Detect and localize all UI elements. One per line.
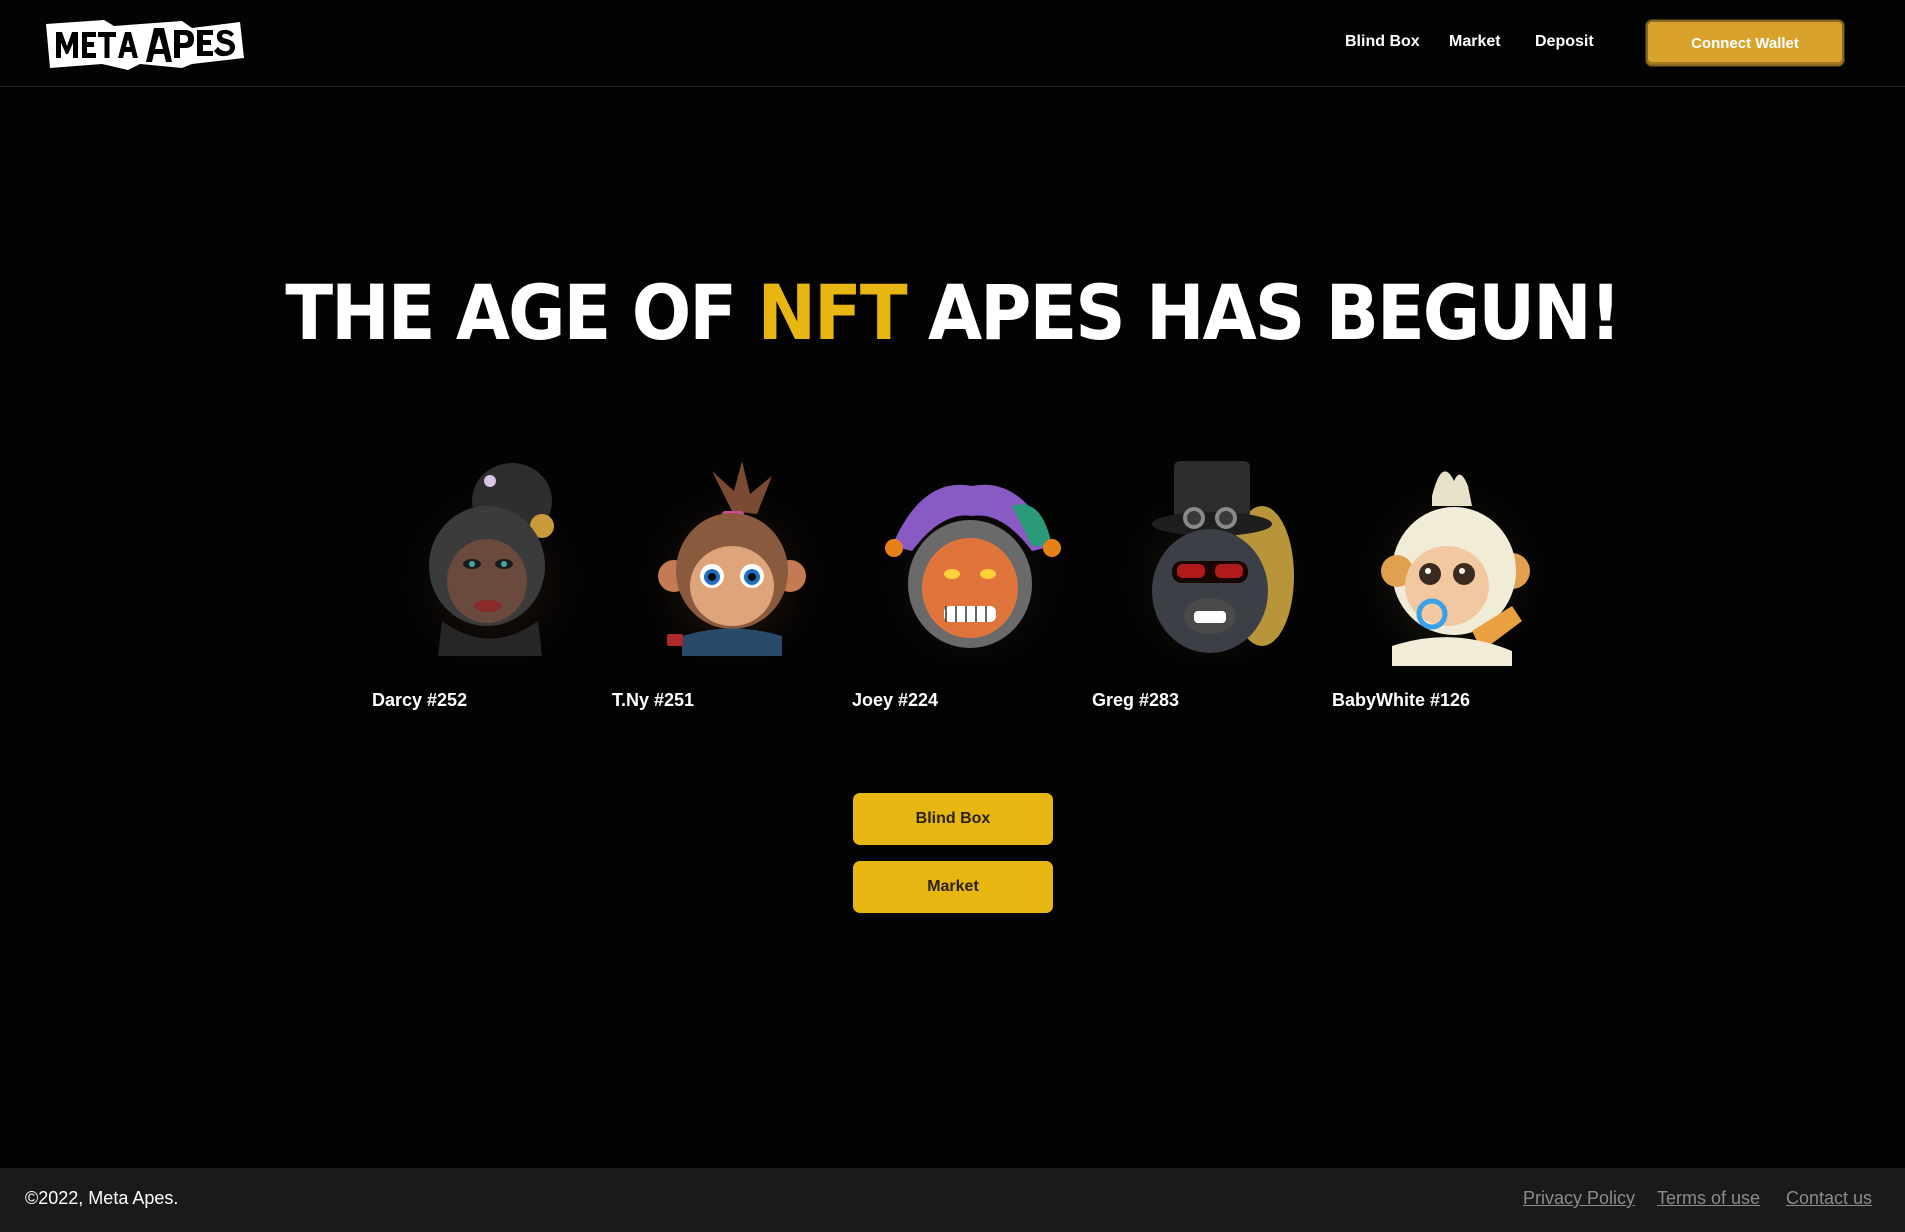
hero-title-post: APES HAS BEGUN! <box>905 268 1622 358</box>
site-footer: ©2022, Meta Apes. Privacy Policy Terms o… <box>0 1168 1905 1232</box>
ape-avatar-joey <box>882 476 1062 666</box>
meta-apes-logo[interactable] <box>42 18 246 70</box>
market-button[interactable]: Market <box>853 861 1053 913</box>
ape-name: Darcy #252 <box>372 690 468 710</box>
nav-market[interactable]: Market <box>1449 33 1501 51</box>
terms-of-use-link[interactable]: Terms of use <box>1657 1188 1760 1209</box>
ape-avatar-greg <box>1122 461 1302 666</box>
hero-title-accent: NFT <box>757 268 907 358</box>
ape-name: BabyWhite #126 <box>1332 690 1471 710</box>
ape-name: Joey #224 <box>852 690 939 710</box>
contact-us-link[interactable]: Contact us <box>1786 1188 1872 1209</box>
nav-deposit[interactable]: Deposit <box>1535 33 1594 51</box>
privacy-policy-link[interactable]: Privacy Policy <box>1523 1188 1635 1209</box>
nav-blind-box[interactable]: Blind Box <box>1345 33 1420 51</box>
connect-wallet-button[interactable]: Connect Wallet <box>1646 20 1844 66</box>
ape-card-tny[interactable]: T.Ny #251 <box>612 456 852 716</box>
ape-card-darcy[interactable]: Darcy #252 <box>372 456 612 716</box>
ape-avatar-tny <box>642 461 822 666</box>
site-header: Blind Box Market Deposit Connect Wallet <box>0 0 1905 87</box>
blind-box-button[interactable]: Blind Box <box>853 793 1053 845</box>
hero-title-pre: THE AGE OF <box>285 268 758 358</box>
ape-name: Greg #283 <box>1092 690 1180 710</box>
ape-card-greg[interactable]: Greg #283 <box>1092 456 1332 716</box>
hero-title: THE AGE OF NFT APES HAS BEGUN! <box>0 269 1905 358</box>
ape-card-joey[interactable]: Joey #224 <box>852 456 1092 716</box>
copyright-text: ©2022, Meta Apes. <box>25 1188 179 1208</box>
ape-card-babywhite[interactable]: BabyWhite #126 <box>1332 456 1572 716</box>
ape-avatar-darcy <box>402 463 582 666</box>
ape-name: T.Ny #251 <box>612 690 695 710</box>
ape-avatar-babywhite <box>1362 471 1542 666</box>
